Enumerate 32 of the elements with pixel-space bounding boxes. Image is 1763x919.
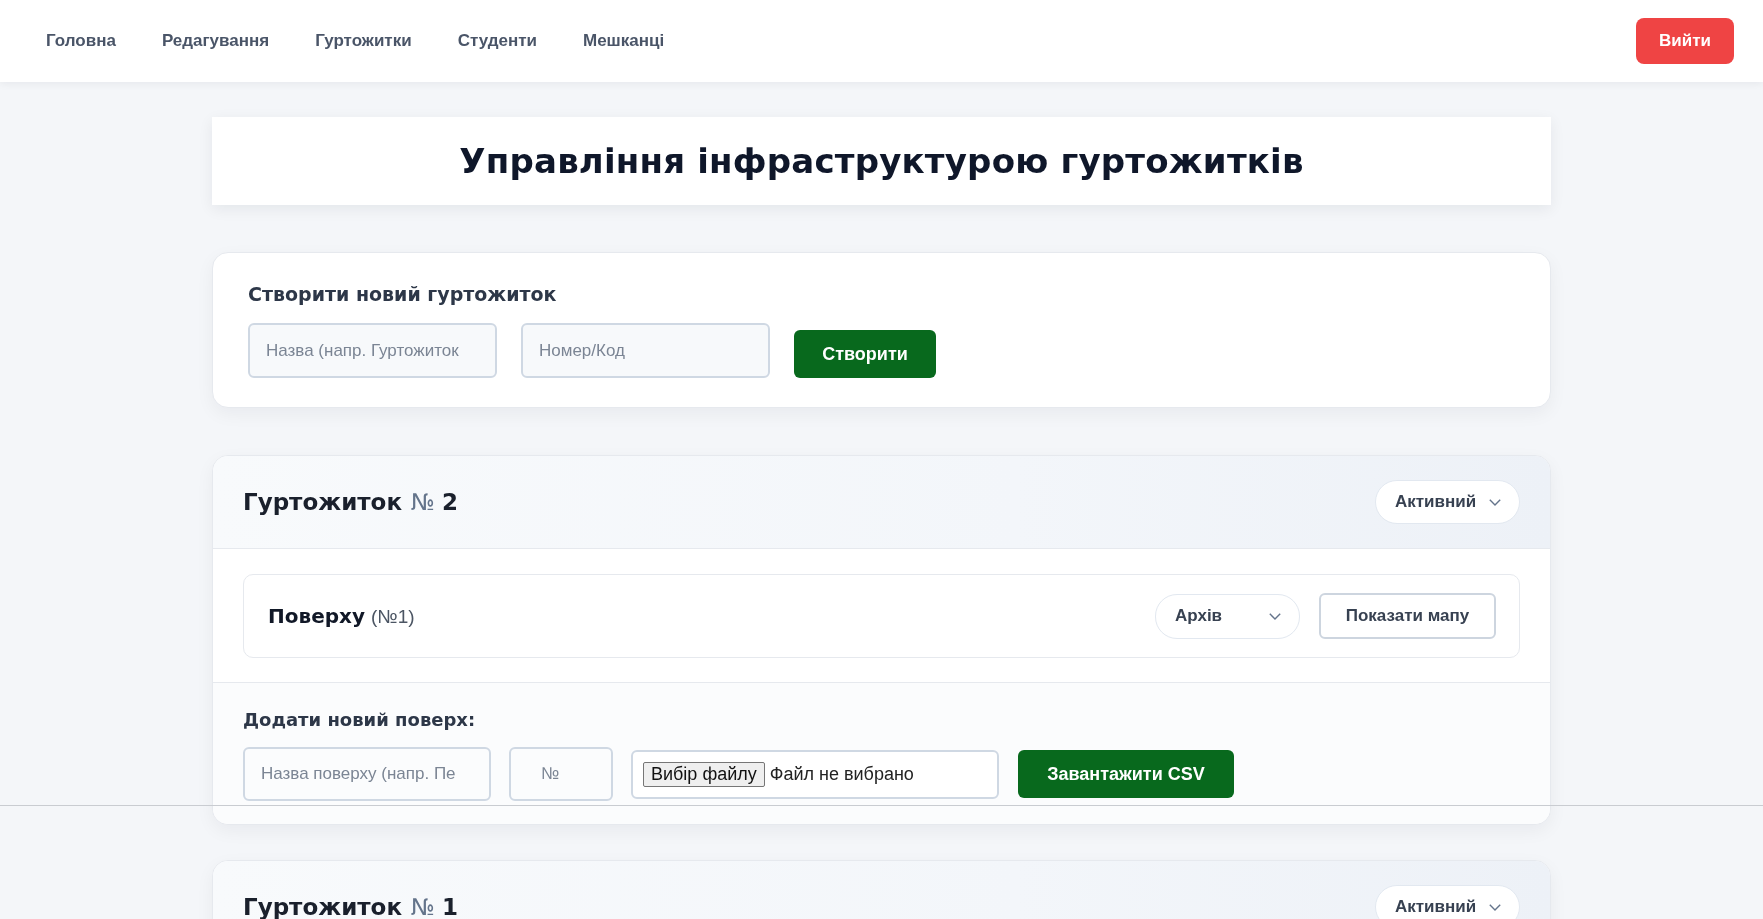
choose-file-button[interactable]: Вибір файлу (643, 761, 765, 787)
status-dropdown[interactable]: Активний (1375, 480, 1520, 524)
input-field[interactable]: № (509, 747, 613, 801)
file-status-text: Файл не вибрано (769, 763, 914, 785)
status-dropdown[interactable]: Активний (1375, 885, 1520, 919)
show-map-button[interactable]: Показати мапу (1319, 593, 1496, 639)
dormitory-number: 1 (441, 894, 458, 919)
form-heading: Додати новий поверх: (243, 709, 477, 730)
chevron-down-icon (1269, 612, 1281, 620)
page-title: Управління інфраструктурою гуртожитків (459, 141, 1304, 181)
nav-link[interactable]: Мешканці (583, 31, 665, 51)
logout-button[interactable]: Вийти (1636, 18, 1734, 64)
upload-csv-button[interactable]: Завантажити CSV (1018, 750, 1234, 798)
chevron-down-icon (1489, 498, 1501, 506)
status-dropdown[interactable]: Архів (1155, 593, 1300, 639)
form-heading: Створити новий гуртожиток (248, 283, 558, 305)
create-button[interactable]: Створити (794, 330, 936, 378)
nav-link[interactable]: Редагування (161, 31, 270, 51)
input-field[interactable]: Назва поверху (напр. Пе (243, 747, 491, 801)
dormitory-title: Гуртожиток (243, 489, 402, 515)
file-input-field[interactable]: Вибір файлу Файл не вибрано (631, 749, 999, 799)
dormitory-number: 2 (441, 489, 458, 515)
nav-link[interactable]: Студенти (457, 31, 537, 51)
nav-link[interactable]: Гуртожитки (315, 31, 412, 51)
floor-name: Поверху (268, 604, 365, 628)
floor-number: (№1) (370, 606, 415, 628)
chevron-down-icon (1489, 903, 1501, 911)
number-sign: № (411, 894, 435, 919)
number-sign: № (411, 489, 435, 515)
nav-link[interactable]: Головна (46, 31, 116, 51)
input-field[interactable]: Номер/Код (521, 323, 770, 378)
input-field[interactable]: Назва (напр. Гуртожиток (248, 323, 497, 378)
